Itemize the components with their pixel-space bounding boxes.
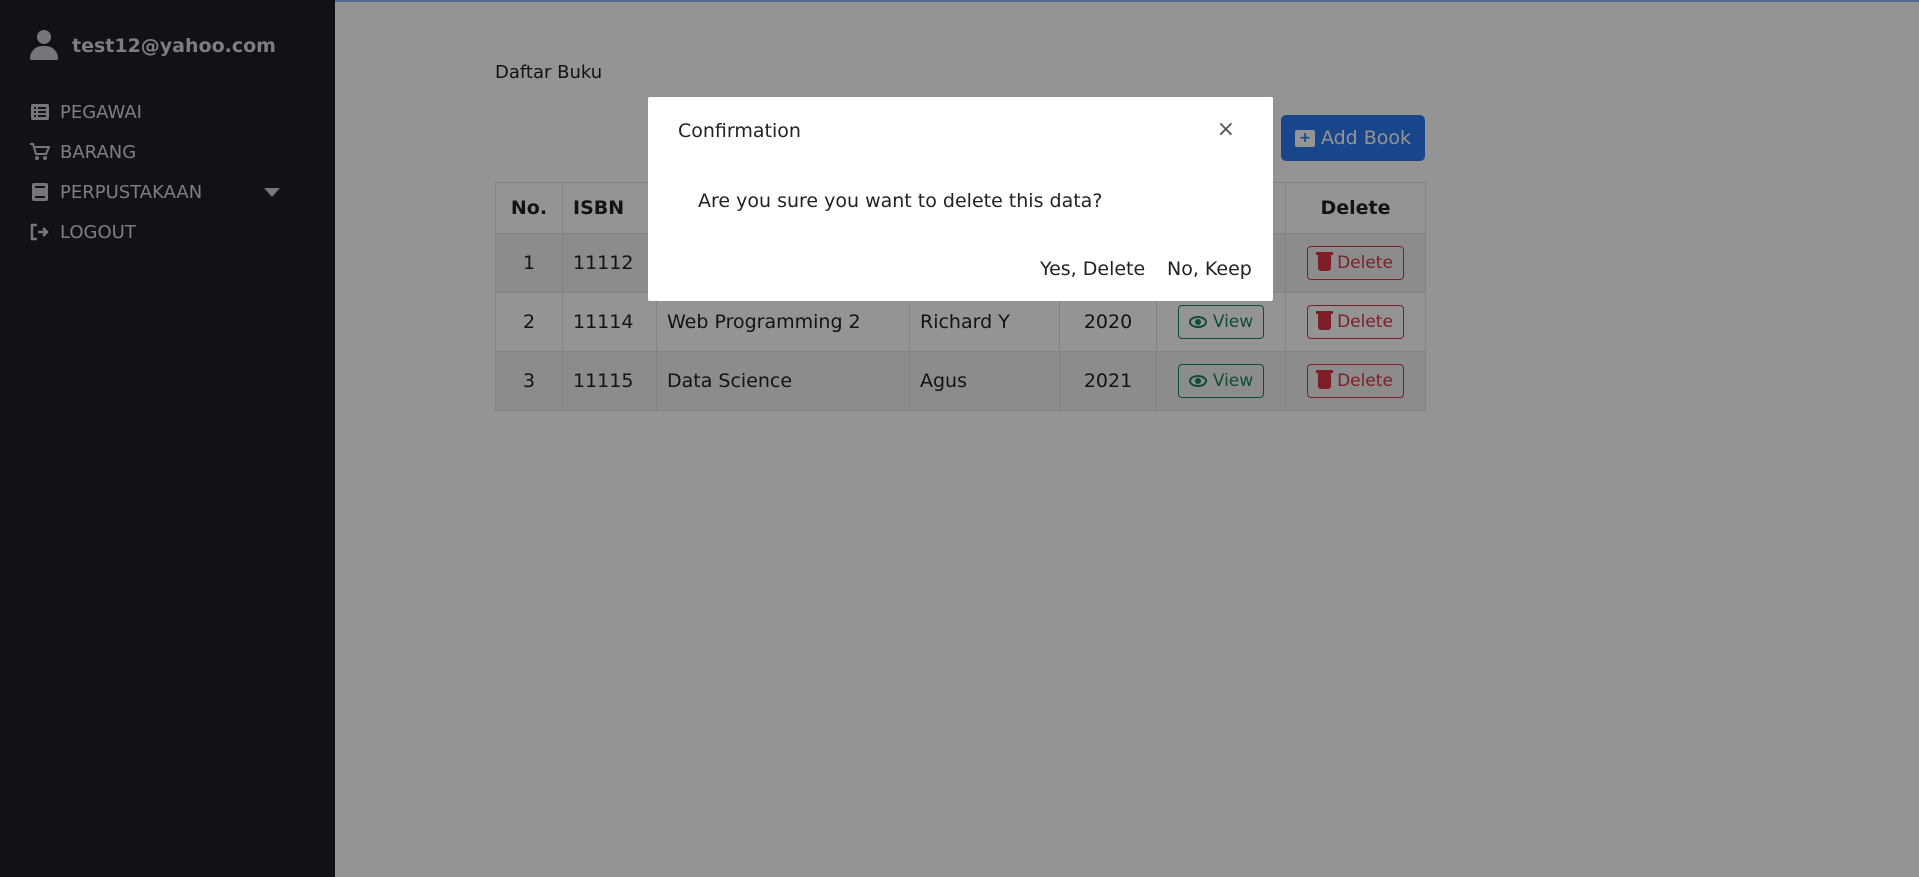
cancel-button[interactable]: No, Keep	[1167, 258, 1252, 280]
dialog-title: Confirmation	[678, 120, 801, 142]
top-border	[335, 0, 1919, 2]
confirm-delete-button[interactable]: Yes, Delete	[1040, 258, 1145, 280]
confirmation-dialog: Confirmation × Are you sure you want to …	[648, 97, 1273, 301]
dialog-message: Are you sure you want to delete this dat…	[698, 190, 1103, 212]
close-icon[interactable]: ×	[1217, 117, 1235, 142]
